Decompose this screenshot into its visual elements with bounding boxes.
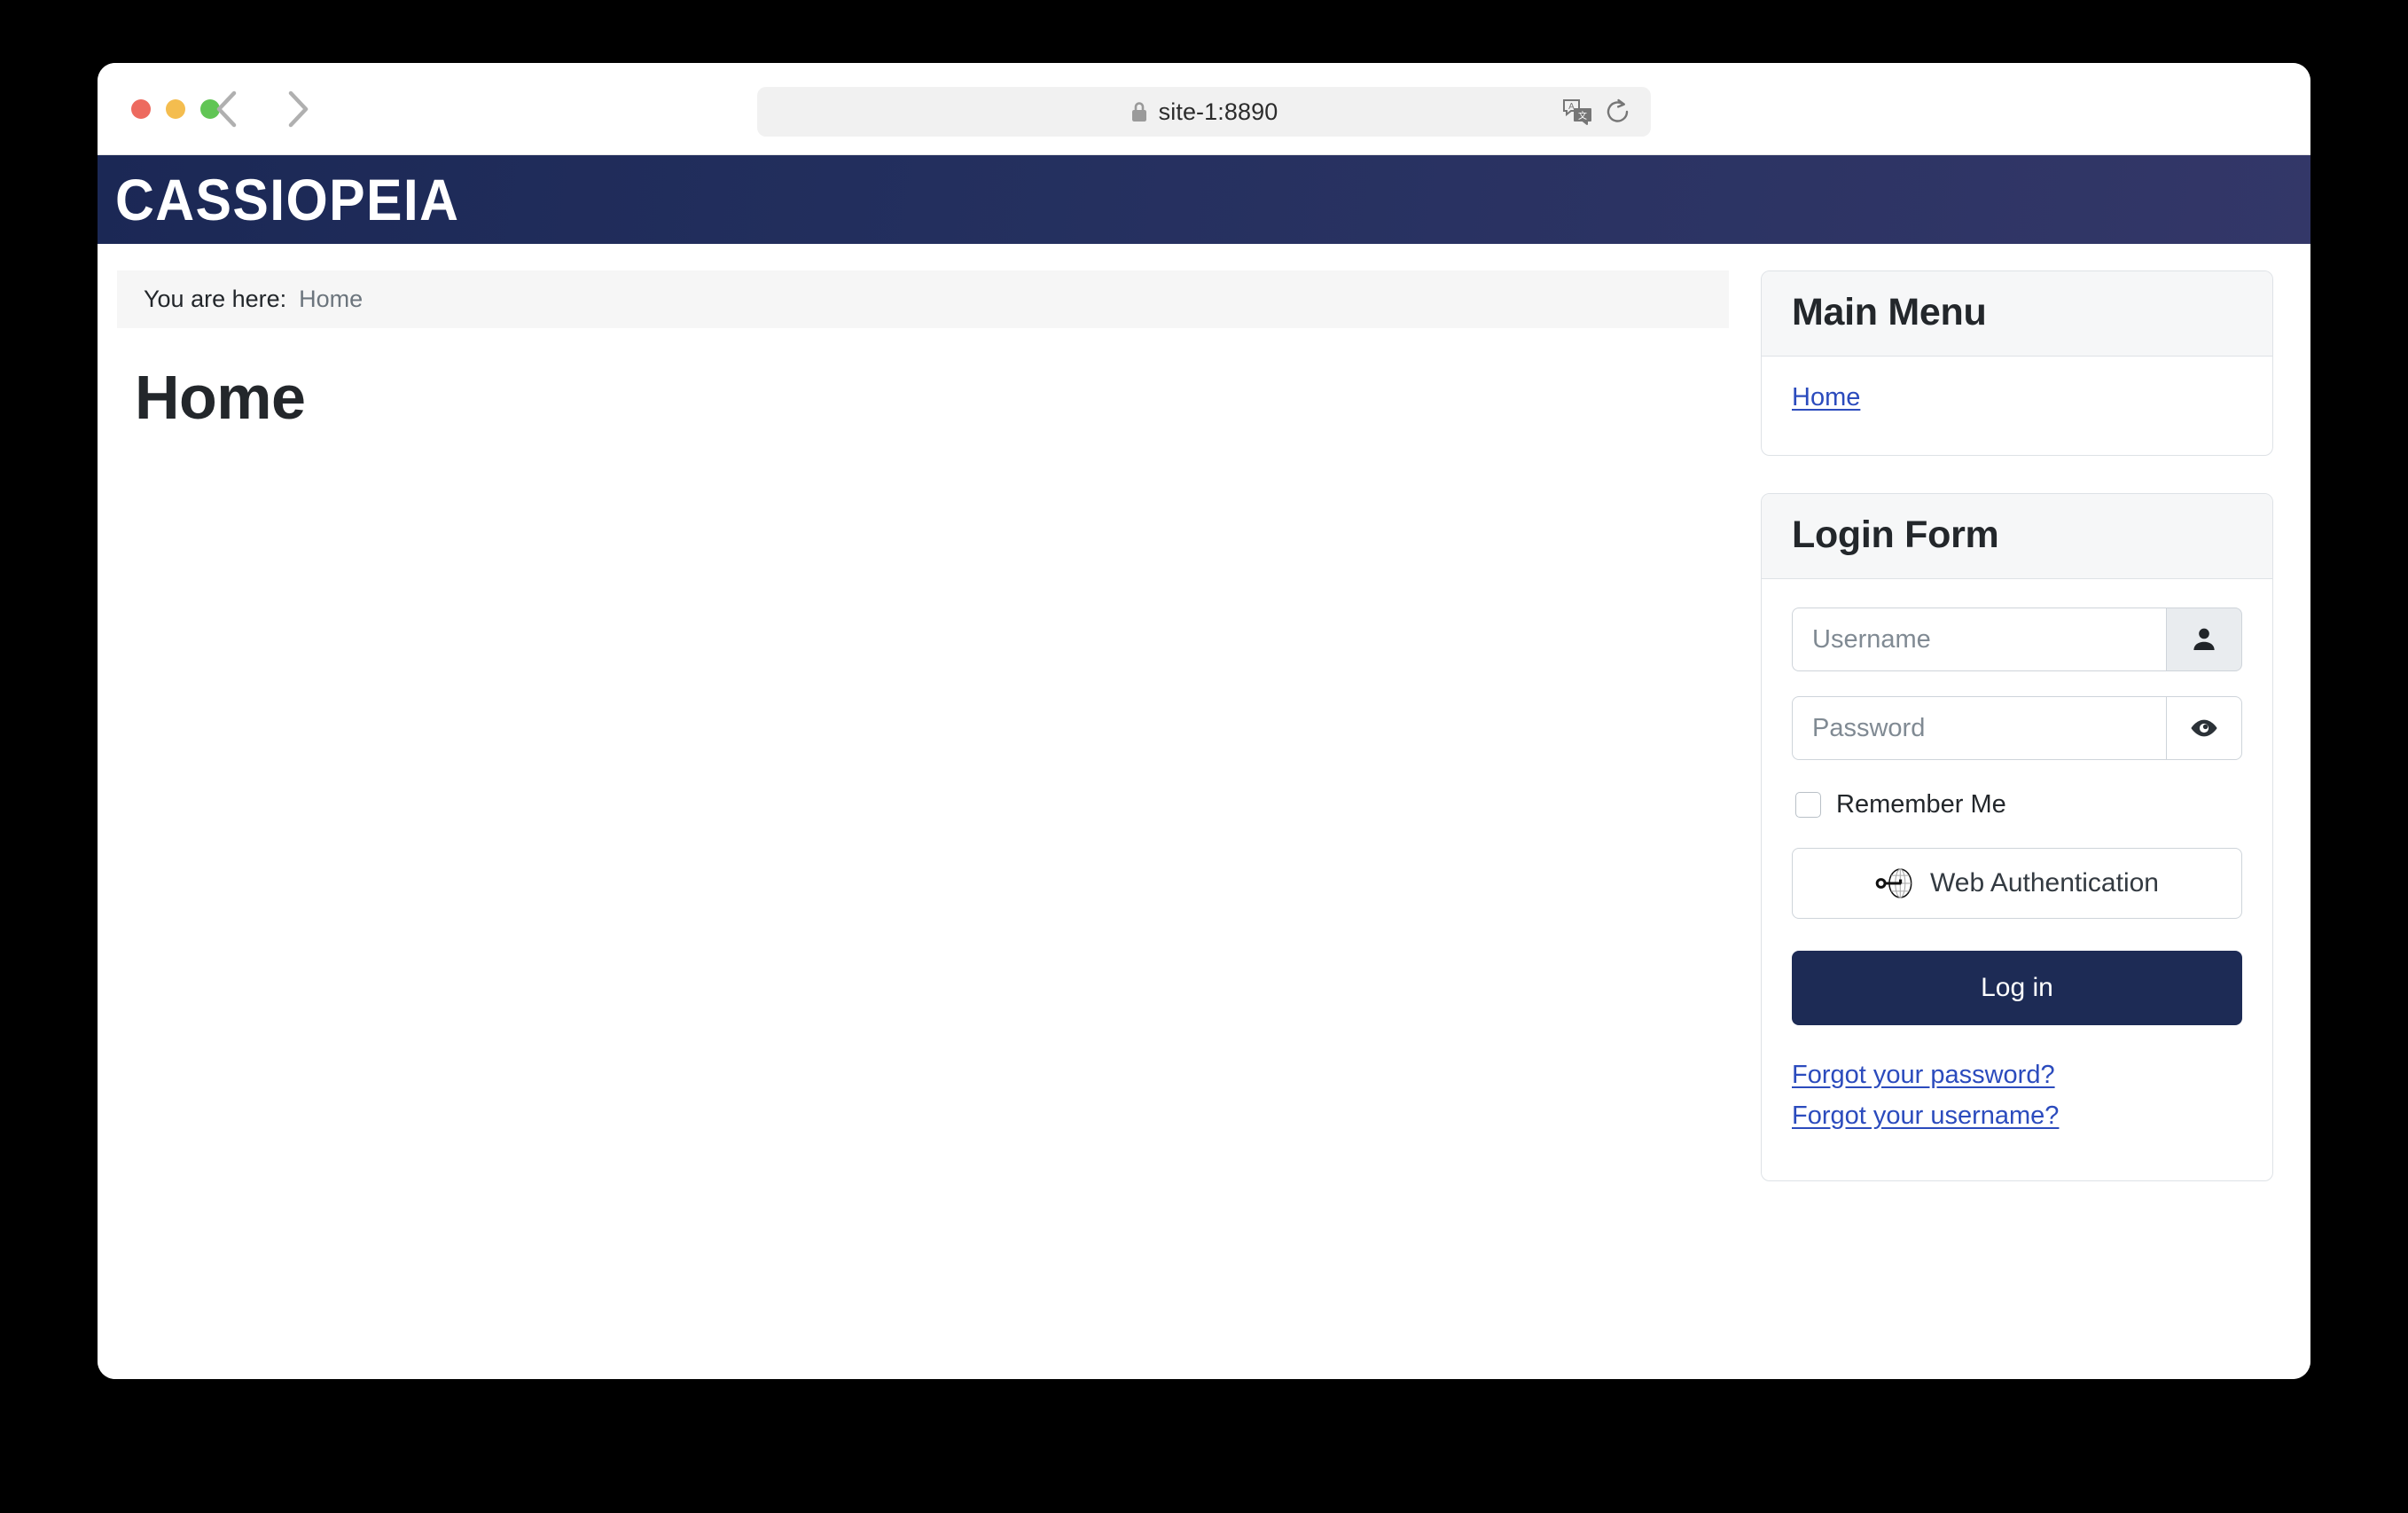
main-menu-list: Home <box>1792 383 2242 412</box>
back-button[interactable] <box>207 90 246 129</box>
forgot-password-link[interactable]: Forgot your password? <box>1792 1061 2055 1090</box>
login-form-module: Login Form Username Remember Me Web Auth… <box>1761 493 2273 1181</box>
breadcrumb-item-home: Home <box>299 286 364 312</box>
main-menu-body: Home <box>1762 357 2272 455</box>
main-menu-module: Main Menu Home <box>1761 270 2273 456</box>
chevron-left-icon <box>216 90 237 128</box>
translate-icon: A 文 <box>1563 99 1591 125</box>
username-group <box>1792 608 2242 671</box>
reload-icon <box>1607 98 1629 122</box>
browser-nav-buttons <box>207 90 318 129</box>
main-menu-title: Main Menu <box>1792 291 1987 333</box>
remember-me-row: Remember Me <box>1795 790 2242 819</box>
reload-button[interactable] <box>1605 98 1631 126</box>
username-input[interactable] <box>1792 608 2166 671</box>
forward-button[interactable] <box>279 90 318 129</box>
lock-icon <box>1131 102 1146 122</box>
login-form-header: Login Form <box>1762 494 2272 579</box>
forgot-username-link[interactable]: Forgot your username? <box>1792 1101 2059 1131</box>
minimize-window-button[interactable] <box>166 99 185 119</box>
password-input[interactable] <box>1792 696 2166 760</box>
toggle-password-visibility-button[interactable] <box>2166 696 2242 760</box>
login-help-links: Forgot your password? Forgot your userna… <box>1792 1061 2242 1131</box>
page-title: Home <box>135 363 306 432</box>
close-window-button[interactable] <box>131 99 151 119</box>
chevron-right-icon <box>288 90 309 128</box>
breadcrumb-label: You are here: <box>144 286 287 312</box>
main-content: You are here: Home Home <box>117 270 1729 1379</box>
login-form-title: Login Form <box>1792 513 1999 556</box>
eye-icon <box>2191 719 2217 737</box>
remember-me-label[interactable]: Remember Me <box>1836 790 2006 819</box>
login-button[interactable]: Log in <box>1792 951 2242 1025</box>
list-item: Home <box>1792 383 2242 412</box>
address-bar-actions: A 文 <box>1562 98 1631 126</box>
password-group <box>1792 696 2242 760</box>
main-menu-header: Main Menu <box>1762 271 2272 357</box>
svg-text:文: 文 <box>1578 110 1587 122</box>
breadcrumb: You are here: Home <box>117 270 1729 328</box>
page-body: You are here: Home Home Main Menu Home L… <box>98 244 2310 1379</box>
sidebar-item-home[interactable]: Home <box>1792 383 1860 412</box>
remember-me-checkbox[interactable] <box>1795 792 1821 818</box>
web-authentication-label: Web Authentication <box>1930 868 2159 898</box>
url-text: site-1:8890 <box>1158 98 1278 125</box>
username-icon-addon[interactable] <box>2166 608 2242 671</box>
user-icon <box>2193 628 2215 651</box>
address-bar[interactable]: site-1:8890 A 文 <box>757 87 1651 137</box>
login-form-body: Remember Me <box>1762 579 2272 1180</box>
webauthn-key-globe-icon <box>1875 868 1912 898</box>
site-brand-logo[interactable]: CASSIOPEIA <box>115 170 459 229</box>
address-bar-content: site-1:8890 <box>1130 98 1278 126</box>
browser-window: site-1:8890 A 文 CASSIOPEIA You are here:… <box>98 63 2310 1379</box>
sidebar: Main Menu Home Login Form Username Remem… <box>1761 270 2273 1379</box>
translate-button[interactable]: A 文 <box>1562 98 1592 126</box>
browser-chrome: site-1:8890 A 文 <box>98 63 2310 155</box>
site-header: CASSIOPEIA <box>98 155 2310 244</box>
web-authentication-button[interactable]: Web Authentication <box>1792 848 2242 919</box>
